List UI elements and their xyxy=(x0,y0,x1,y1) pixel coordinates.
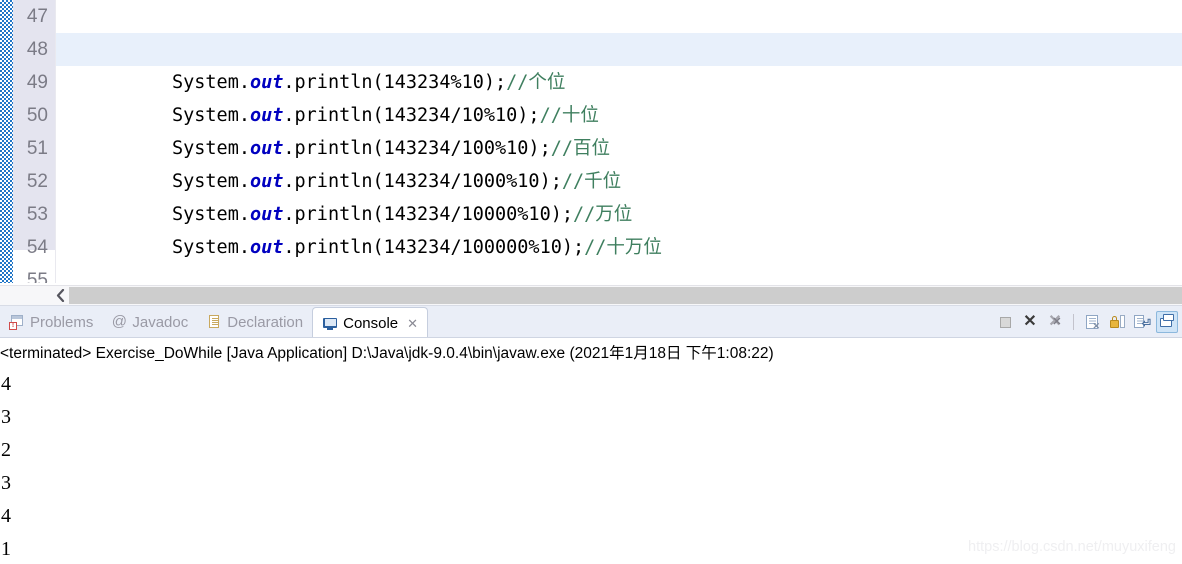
token-comment: //十位 xyxy=(539,105,599,126)
code-text[interactable]: System.out.println(143234/100%10);//百位 xyxy=(172,132,610,165)
tab-close-icon[interactable]: ✕ xyxy=(407,316,418,332)
code-text[interactable]: System.out.println(143234/100000%10);//十… xyxy=(172,231,662,264)
toolbar-separator xyxy=(1073,314,1074,330)
token-keyword: out xyxy=(249,72,284,93)
line-number: 54 xyxy=(26,237,48,258)
token-keyword: out xyxy=(249,204,284,225)
close-all-x-icon: ✕ xyxy=(1048,314,1062,330)
terminate-button[interactable] xyxy=(994,311,1016,333)
code-editor[interactable]: 47 48 49 System.out.println(143234%10);//个位… xyxy=(0,0,1182,283)
token-plain: System. xyxy=(172,171,250,192)
code-line[interactable]: 47 xyxy=(0,0,1182,33)
code-line[interactable]: 52 System.out.println(143234/1000%10);//千… xyxy=(0,165,1182,198)
token-plain: System. xyxy=(172,105,250,126)
token-plain: System. xyxy=(172,237,250,258)
code-text[interactable]: System.out.println(143234%10);//个位 xyxy=(172,66,565,99)
tab-declaration[interactable]: Declaration xyxy=(197,306,312,338)
code-text[interactable]: System.out.println(143234/10000%10);//万位 xyxy=(172,198,632,231)
token-comment: //十万位 xyxy=(584,237,662,258)
tab-javadoc[interactable]: @ Javadoc xyxy=(102,306,197,338)
clear-console-button[interactable]: ✕ xyxy=(1081,311,1103,333)
console-view[interactable]: <terminated> Exercise_DoWhile [Java Appl… xyxy=(0,337,1182,564)
pin-console-icon: ⏎ xyxy=(1134,314,1151,330)
code-line[interactable]: 51 System.out.println(143234/100%10);//百位 xyxy=(0,132,1182,165)
tab-label: Console xyxy=(343,315,399,332)
display-console-icon xyxy=(1159,314,1175,330)
line-number: 49 xyxy=(26,72,48,93)
line-number: 55 xyxy=(26,270,48,283)
view-tab-bar: ! Problems @ Javadoc Declaration Console ✕ ✕ ✕… xyxy=(0,305,1182,339)
lock-icon xyxy=(1109,314,1125,330)
clear-console-icon: ✕ xyxy=(1086,315,1100,331)
problems-icon: ! xyxy=(9,314,25,330)
code-line[interactable]: 54 System.out.println(143234/100000%10);/… xyxy=(0,231,1182,264)
token-plain: System. xyxy=(172,72,250,93)
code-line[interactable]: 53 System.out.println(143234/10000%10);//… xyxy=(0,198,1182,231)
code-line[interactable]: 50 System.out.println(143234/10%10);//十位 xyxy=(0,99,1182,132)
code-line[interactable]: 49 System.out.println(143234%10);//个位 xyxy=(0,66,1182,99)
declaration-icon xyxy=(206,314,222,330)
token-comment: //万位 xyxy=(572,204,633,225)
token-plain: System. xyxy=(172,138,250,159)
remove-all-terminated-button[interactable]: ✕ xyxy=(1044,311,1066,333)
console-terminated-line: <terminated> Exercise_DoWhile [Java Appl… xyxy=(0,345,774,362)
console-output-line: 2 xyxy=(1,439,11,461)
token-comment: //千位 xyxy=(561,171,622,192)
token-plain: .println(143234/100%10); xyxy=(283,138,551,159)
token-keyword: out xyxy=(249,138,284,159)
eclipse-ide-window: 47 48 49 System.out.println(143234%10);//个位… xyxy=(0,0,1182,564)
tab-strip[interactable]: ! Problems @ Javadoc Declaration Console ✕ xyxy=(0,306,429,339)
token-keyword: out xyxy=(249,105,284,126)
stop-square-icon xyxy=(999,316,1011,328)
code-text[interactable]: System.out.println(143234/10%10);//十位 xyxy=(172,99,599,132)
token-plain: .println(143234/10%10); xyxy=(283,105,540,126)
tab-problems[interactable]: ! Problems xyxy=(0,306,102,338)
remove-launch-button[interactable]: ✕ xyxy=(1019,311,1041,333)
token-comment: //个位 xyxy=(506,72,566,93)
tab-label: Problems xyxy=(30,313,94,331)
console-output-line: 4 xyxy=(1,505,11,527)
console-output-line: 3 xyxy=(1,472,11,494)
token-keyword: out xyxy=(249,237,284,258)
console-toolbar[interactable]: ✕ ✕ ✕ ⏎ xyxy=(994,306,1178,338)
tab-console[interactable]: Console ✕ xyxy=(312,307,429,339)
token-plain: .println(143234/1000%10); xyxy=(283,171,562,192)
tab-label: Declaration xyxy=(227,313,304,331)
scroll-left-arrow-icon[interactable] xyxy=(52,286,69,305)
token-plain: System. xyxy=(172,204,250,225)
code-line[interactable]: 55 xyxy=(0,264,1182,283)
console-output: 432341 xyxy=(0,368,1182,564)
tab-label: Javadoc xyxy=(132,313,189,331)
display-selected-console-button[interactable] xyxy=(1156,311,1178,333)
console-output-line: 3 xyxy=(1,406,11,428)
editor-horizontal-scrollbar[interactable] xyxy=(0,285,1182,305)
console-icon xyxy=(322,316,338,332)
line-number: 47 xyxy=(26,6,48,27)
token-keyword: out xyxy=(249,171,284,192)
line-number: 52 xyxy=(26,171,48,192)
code-lines[interactable]: 47 48 49 System.out.println(143234%10);//个位… xyxy=(0,0,1182,283)
token-comment: //百位 xyxy=(550,138,610,159)
code-line[interactable]: 48 xyxy=(0,33,1182,66)
token-plain: .println(143234/10000%10); xyxy=(283,204,573,225)
token-plain: .println(143234%10); xyxy=(283,72,507,93)
line-number: 51 xyxy=(26,138,48,159)
line-number: 48 xyxy=(26,39,48,60)
scrollbar-thumb[interactable] xyxy=(69,287,1182,304)
console-output-line: 4 xyxy=(1,373,11,395)
line-number: 50 xyxy=(26,105,48,126)
current-line-highlight xyxy=(56,33,1182,66)
line-number: 53 xyxy=(26,204,48,225)
pin-console-button[interactable]: ⏎ xyxy=(1131,311,1153,333)
watermark: https://blog.csdn.net/muyuxifeng xyxy=(968,539,1176,555)
scroll-lock-button[interactable] xyxy=(1106,311,1128,333)
close-x-icon: ✕ xyxy=(1023,313,1037,330)
javadoc-icon: @ xyxy=(111,313,127,330)
token-plain: .println(143234/100000%10); xyxy=(283,237,585,258)
code-text[interactable]: System.out.println(143234/1000%10);//千位 xyxy=(172,165,621,198)
